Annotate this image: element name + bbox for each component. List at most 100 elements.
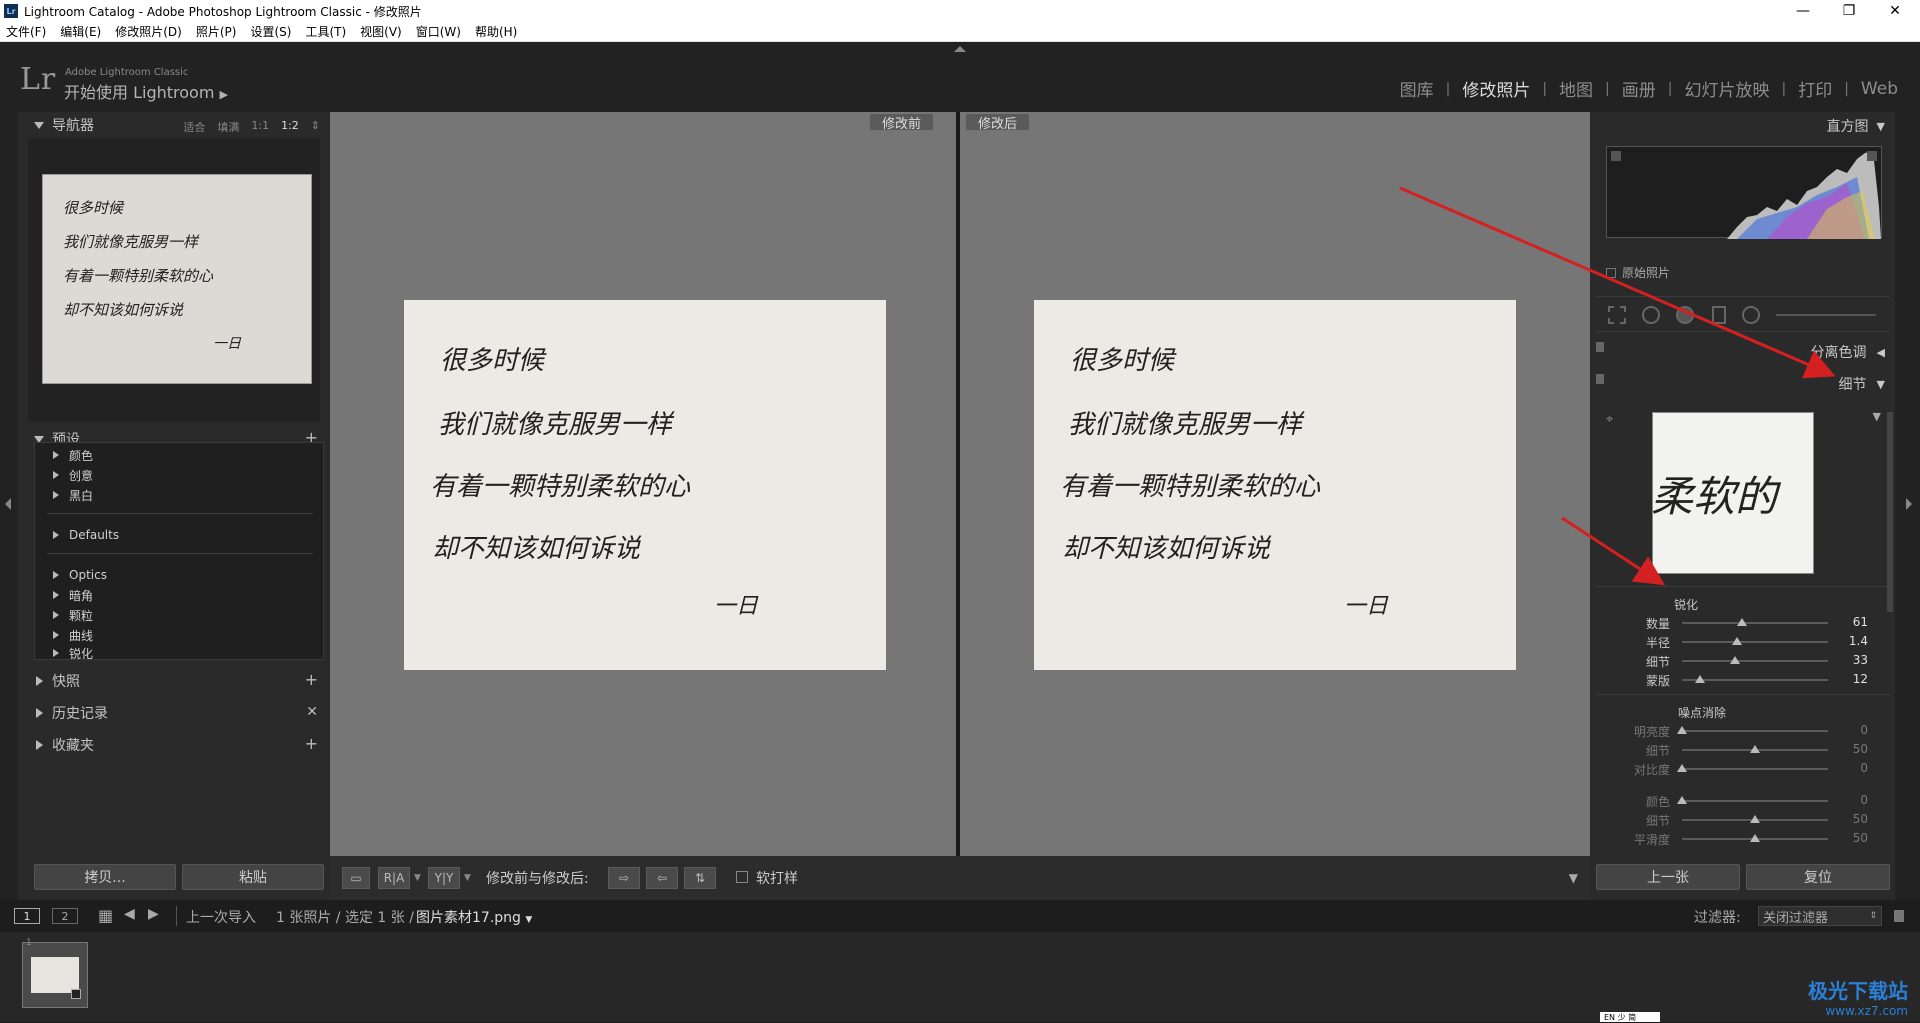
slider-row[interactable]: 细节50: [1600, 741, 1890, 759]
slider-row[interactable]: 蒙版12: [1600, 671, 1890, 689]
slider-row[interactable]: 细节33: [1600, 652, 1890, 670]
highlight-clipping-icon[interactable]: [1867, 151, 1877, 161]
original-photo-row[interactable]: 原始照片: [1606, 264, 1670, 281]
reset-button[interactable]: 复位: [1746, 864, 1890, 890]
brand-title[interactable]: 开始使用 Lightroom ▶: [64, 79, 228, 103]
preset-group-sharpen[interactable]: 锐化: [53, 647, 93, 659]
copy-settings-button[interactable]: 拷贝...: [34, 864, 176, 890]
back-arrow-icon[interactable]: ◀: [124, 906, 135, 922]
menu-view[interactable]: 视图(V): [360, 23, 402, 40]
preset-group-grain[interactable]: 颗粒: [53, 607, 93, 623]
forward-arrow-icon[interactable]: ▶: [148, 906, 159, 922]
add-collection-icon[interactable]: +: [305, 734, 318, 753]
slider-track[interactable]: [1682, 819, 1828, 821]
original-photo-checkbox[interactable]: [1606, 268, 1616, 278]
preset-group-color[interactable]: 颜色: [53, 447, 93, 463]
slider-knob[interactable]: [1737, 618, 1747, 626]
dropdown-icon[interactable]: ▼: [414, 873, 421, 883]
slider-row[interactable]: 对比度0: [1600, 760, 1890, 778]
secondary-window-button[interactable]: 2: [52, 908, 78, 924]
panel-scrollbar[interactable]: [1887, 412, 1893, 612]
spot-removal-icon[interactable]: [1642, 306, 1660, 324]
slider-track[interactable]: [1682, 679, 1828, 681]
main-window-button[interactable]: 1: [14, 908, 40, 924]
slider-knob[interactable]: [1677, 764, 1687, 772]
menu-tools[interactable]: 工具(T): [305, 23, 346, 40]
slider-track[interactable]: [1682, 838, 1828, 840]
collapse-left-panel-icon[interactable]: [5, 498, 11, 510]
clear-history-icon[interactable]: ✕: [306, 704, 318, 720]
menu-window[interactable]: 窗口(W): [416, 23, 461, 40]
slider-value[interactable]: 50: [1853, 831, 1868, 845]
menu-help[interactable]: 帮助(H): [475, 23, 517, 40]
brush-slider[interactable]: [1776, 314, 1876, 316]
detail-zoom-preview[interactable]: 柔软的: [1652, 412, 1814, 574]
module-map[interactable]: 地图: [1547, 76, 1605, 101]
split-toning-header[interactable]: 分离色调 ◀: [1811, 340, 1885, 364]
crop-tool-icon[interactable]: [1608, 306, 1626, 324]
filmstrip-thumbnail[interactable]: [22, 942, 88, 1008]
slider-knob[interactable]: [1695, 675, 1705, 683]
menu-settings[interactable]: 设置(S): [250, 23, 291, 40]
module-book[interactable]: 画册: [1610, 76, 1668, 101]
histogram-header[interactable]: 直方图 ▼: [1827, 114, 1885, 138]
preset-group-optics[interactable]: Optics: [53, 567, 107, 583]
module-web[interactable]: Web: [1849, 79, 1910, 99]
dropdown-icon[interactable]: ▼: [464, 873, 471, 883]
slider-value[interactable]: 0: [1860, 723, 1868, 737]
panel-switch-icon[interactable]: [1596, 342, 1604, 352]
collections-header[interactable]: 收藏夹 +: [18, 732, 330, 758]
preset-group-bw[interactable]: 黑白: [53, 487, 93, 503]
collapse-right-panel-icon[interactable]: [1906, 498, 1912, 510]
panel-switch-icon[interactable]: [1596, 374, 1604, 384]
slider-knob[interactable]: [1730, 656, 1740, 664]
swap-before-after-icon[interactable]: ⇅: [684, 867, 716, 889]
add-snapshot-icon[interactable]: +: [305, 670, 318, 689]
slider-row[interactable]: 平滑度50: [1600, 830, 1890, 848]
before-after-lr-button[interactable]: R|A: [378, 867, 410, 889]
red-eye-icon[interactable]: [1676, 306, 1694, 324]
preset-group-vignette[interactable]: 暗角: [53, 587, 93, 603]
detail-menu-icon[interactable]: ▼: [1873, 410, 1881, 423]
navigator-preview[interactable]: 很多时候 我们就像克服男一样 有着一颗特别柔软的心 却不知该如何诉说 一日: [42, 174, 312, 384]
slider-row[interactable]: 数量61: [1600, 614, 1890, 632]
toolbar-menu-icon[interactable]: ▼: [1569, 871, 1578, 885]
navigator-header[interactable]: 导航器 适合 填满 1:1 1:2 ⇕: [18, 112, 330, 138]
before-photo[interactable]: 很多时候 我们就像克服男一样 有着一颗特别柔软的心 却不知该如何诉说 一日: [404, 300, 886, 670]
zoom-fill[interactable]: 填满: [217, 119, 239, 135]
radial-filter-icon[interactable]: [1742, 306, 1760, 324]
copy-before-to-after-icon[interactable]: ⇨: [608, 867, 640, 889]
slider-value[interactable]: 61: [1853, 615, 1868, 629]
collapse-top-panel-icon[interactable]: [954, 46, 966, 52]
zoom-fit[interactable]: 适合: [183, 119, 205, 135]
preset-group-defaults[interactable]: Defaults: [53, 527, 119, 543]
slider-value[interactable]: 0: [1860, 761, 1868, 775]
previous-button[interactable]: 上一张: [1596, 864, 1740, 890]
slider-knob[interactable]: [1732, 637, 1742, 645]
menu-file[interactable]: 文件(F): [6, 23, 46, 40]
menu-edit[interactable]: 编辑(E): [60, 23, 101, 40]
paste-settings-button[interactable]: 粘贴: [182, 864, 324, 890]
menu-develop[interactable]: 修改照片(D): [115, 23, 182, 40]
zoom-1-2[interactable]: 1:2: [281, 119, 299, 135]
slider-value[interactable]: 1.4: [1849, 634, 1868, 648]
before-after-tb-button[interactable]: Y|Y: [428, 867, 460, 889]
slider-knob[interactable]: [1750, 815, 1760, 823]
slider-knob[interactable]: [1677, 726, 1687, 734]
grid-view-icon[interactable]: ▦: [98, 906, 113, 925]
slider-knob[interactable]: [1677, 796, 1687, 804]
slider-track[interactable]: [1682, 660, 1828, 662]
source-label[interactable]: 上一次导入: [186, 907, 256, 927]
slider-track[interactable]: [1682, 641, 1828, 643]
graduated-filter-icon[interactable]: [1712, 306, 1726, 324]
slider-value[interactable]: 33: [1853, 653, 1868, 667]
slider-knob[interactable]: [1750, 834, 1760, 842]
slider-value[interactable]: 50: [1853, 812, 1868, 826]
snapshots-header[interactable]: 快照 +: [18, 668, 330, 694]
slider-track[interactable]: [1682, 768, 1828, 770]
slider-value[interactable]: 12: [1853, 672, 1868, 686]
history-header[interactable]: 历史记录 ✕: [18, 700, 330, 726]
module-print[interactable]: 打印: [1786, 76, 1844, 101]
shadow-clipping-icon[interactable]: [1611, 151, 1621, 161]
preset-group-creative[interactable]: 创意: [53, 467, 93, 483]
